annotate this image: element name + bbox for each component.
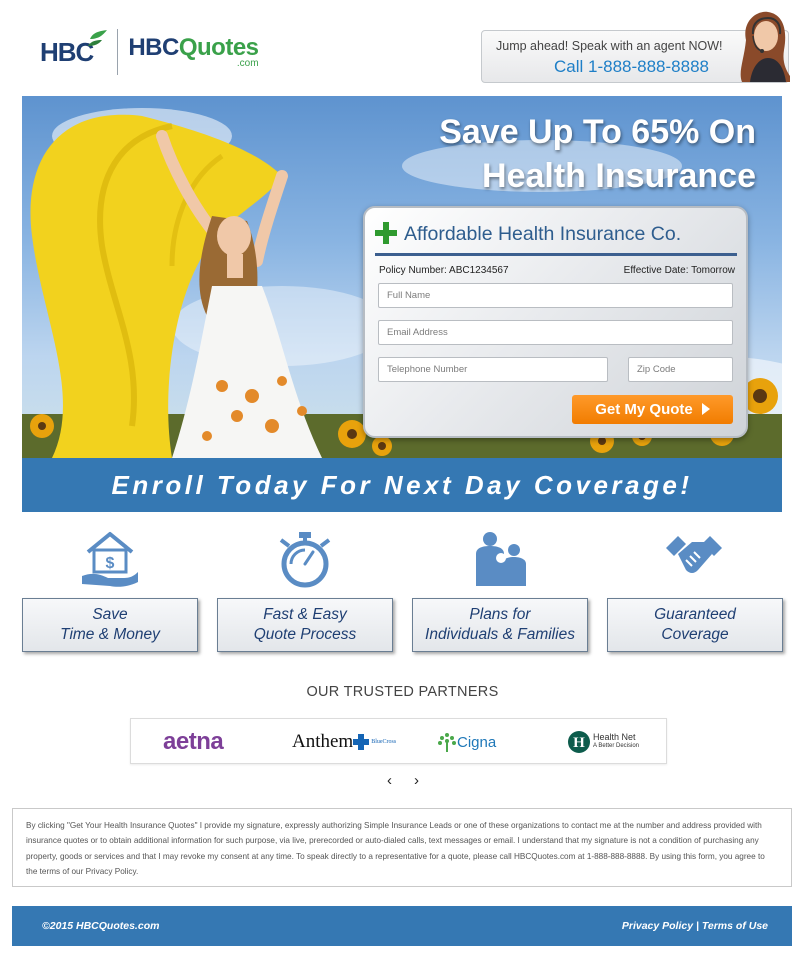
feature-line1: Fast & Easy [263,606,347,623]
agent-avatar [740,11,790,82]
landing-page: HBC HBCQuotes .com Jump ahead! Speak wit… [0,0,805,957]
anthem-sub-text: BlueCross [371,739,397,745]
full-name-input[interactable] [378,283,733,308]
feature-line2: Quote Process [253,626,357,643]
logo-mark: HBC [40,29,108,68]
cigna-logo: Cigna [437,719,496,765]
hero-headline: Save Up To 65% On Health Insurance [336,110,756,198]
hero-banner: Save Up To 65% On Health Insurance Affor… [22,96,782,458]
svg-text:H: H [573,735,585,751]
feature-line1: Plans for [469,606,531,623]
get-my-quote-button[interactable]: Get My Quote [572,395,733,424]
email-input[interactable] [378,320,733,345]
feature-guaranteed-coverage: Guaranteed Coverage [607,598,783,652]
brand-part2: Quotes [178,33,259,61]
cigna-logo-text: Cigna [457,733,497,751]
feature-line2: Time & Money [60,626,160,643]
quote-form-card: Affordable Health Insurance Co. Policy N… [363,206,748,438]
terms-of-use-link[interactable]: Terms of Use [702,920,768,932]
feature-plans-families: Plans for Individuals & Families [412,598,588,652]
house-money-icon: $ [82,532,138,587]
svg-text:$: $ [106,555,115,572]
footer-link-separator: | [693,920,702,932]
privacy-policy-link[interactable]: Privacy Policy [622,920,693,932]
cigna-tree-icon [438,733,456,752]
healthnet-logo-text: Health Net [593,732,636,742]
agent-prompt: Jump ahead! Speak with an agent NOW! [496,39,723,53]
policy-number: Policy Number: ABC1234567 [379,265,509,276]
feature-line2: Coverage [661,626,729,643]
family-icon [476,532,526,586]
get-my-quote-label: Get My Quote [595,401,693,418]
consent-disclaimer: By clicking "Get Your Health Insurance Q… [12,808,792,887]
partners-heading: OUR TRUSTED PARTNERS [306,684,499,700]
agent-phone-link[interactable]: Call 1-888-888-8888 [554,57,709,77]
blue-cross-icon [353,734,370,750]
form-header: Affordable Health Insurance Co. [375,218,737,256]
anthem-logo-text: Anthem [292,731,354,752]
healthnet-logo: H Health Net A Better Decision [567,719,639,765]
zip-code-input[interactable] [628,357,733,382]
logo-divider [117,29,119,75]
site-logo[interactable]: HBC HBCQuotes .com [40,28,259,76]
form-title: Affordable Health Insurance Co. [404,223,682,245]
feature-save-time-money: Save Time & Money [22,598,198,652]
healthnet-h-icon: H [568,731,590,753]
enroll-banner: Enroll Today For Next Day Coverage! [22,458,782,512]
handshake-icon [666,536,722,573]
policy-info-row: Policy Number: ABC1234567 Effective Date… [379,265,735,276]
leaf-icon [88,29,108,46]
partners-carousel: aetna Anthem BlueCross Cigna H Health Ne… [130,718,667,764]
site-footer: ©2015 HBCQuotes.com Privacy Policy | Ter… [12,906,792,946]
telephone-input[interactable] [378,357,608,382]
footer-copyright: ©2015 HBCQuotes.com [42,920,160,932]
logo-mark-text: HBC [40,36,94,67]
brand-part1: HBC [128,33,179,61]
hero-headline-line2: Health Insurance [482,157,756,195]
feature-line2: Individuals & Families [425,626,575,643]
green-plus-icon [375,222,397,244]
feature-line1: Guaranteed [654,606,736,623]
logo-wordmark: HBCQuotes .com [128,33,259,69]
healthnet-tagline: A Better Decision [593,743,640,749]
stopwatch-icon [279,532,331,588]
play-arrow-icon [701,403,710,415]
anthem-logo: Anthem BlueCross [292,719,396,765]
feature-line1: Save [92,606,128,623]
feature-fast-easy: Fast & Easy Quote Process [217,598,393,652]
carousel-arrows: ‹ › [387,772,419,789]
aetna-logo: aetna [163,728,224,755]
footer-links: Privacy Policy | Terms of Use [622,920,768,932]
effective-date: Effective Date: Tomorrow [623,265,735,276]
hero-headline-line1: Save Up To 65% On [439,113,756,151]
carousel-next-icon[interactable]: › [414,772,419,789]
carousel-prev-icon[interactable]: ‹ [387,772,392,789]
